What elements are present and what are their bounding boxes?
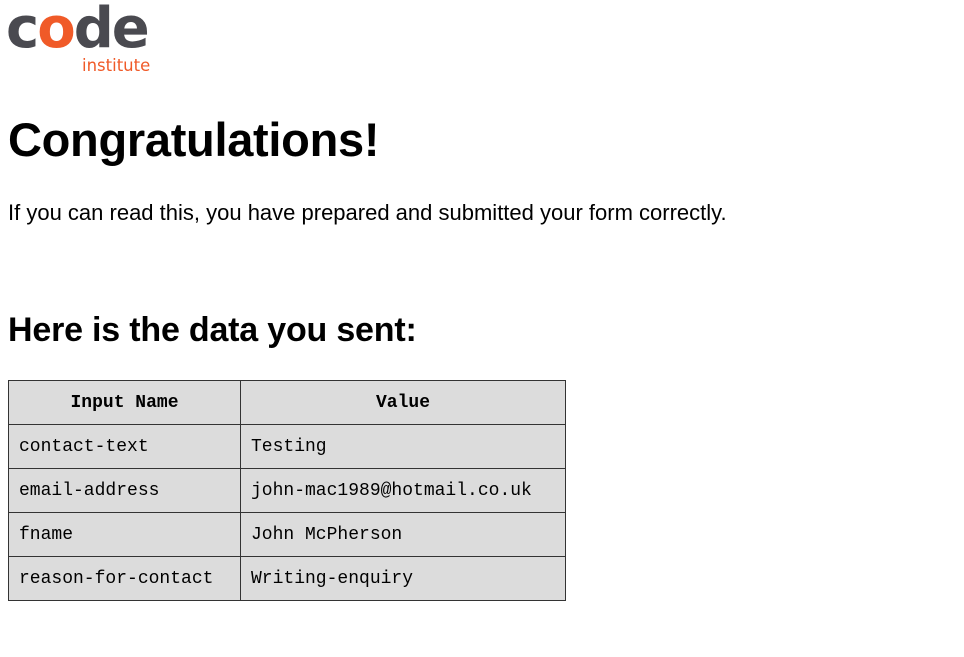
cell-value: john-mac1989@hotmail.co.uk: [240, 468, 566, 513]
submitted-data-table: Input Name Value contact-text Testing em…: [8, 380, 566, 601]
logo-wordmark-part1: c: [6, 0, 39, 61]
cell-input-name: email-address: [8, 468, 241, 513]
cell-value: Testing: [240, 424, 566, 469]
intro-text: If you can read this, you have prepared …: [8, 200, 727, 225]
data-section-heading: Here is the data you sent:: [8, 311, 417, 349]
table-header-row: Input Name Value: [8, 380, 566, 425]
page-title: Congratulations!: [8, 113, 380, 166]
cell-input-name: fname: [8, 512, 241, 557]
logo-wordmark: code: [6, 0, 150, 64]
logo-wordmark-accent: o: [37, 0, 76, 61]
cell-input-name: contact-text: [8, 424, 241, 469]
table-row: contact-text Testing: [8, 424, 566, 469]
logo-wordmark-part2: de: [73, 0, 150, 61]
column-header-input-name: Input Name: [8, 380, 241, 425]
code-institute-logo: code institute: [6, 0, 168, 80]
cell-value: Writing-enquiry: [240, 556, 566, 601]
table-row: fname John McPherson: [8, 512, 566, 557]
cell-value: John McPherson: [240, 512, 566, 557]
column-header-value: Value: [240, 380, 566, 425]
table-row: email-address john-mac1989@hotmail.co.uk: [8, 468, 566, 513]
cell-input-name: reason-for-contact: [8, 556, 241, 601]
logo-subtitle: institute: [82, 56, 151, 75]
table-row: reason-for-contact Writing-enquiry: [8, 556, 566, 601]
